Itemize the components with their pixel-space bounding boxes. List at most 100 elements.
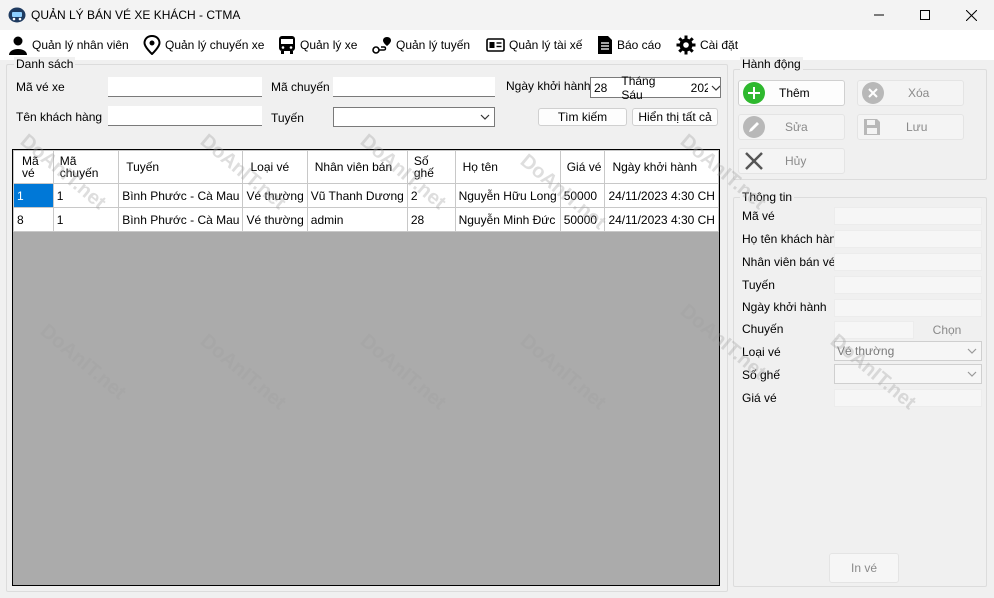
column-header[interactable]: Nhân viên bán — [306, 150, 408, 184]
cancel-button-label: Hủy — [785, 154, 807, 168]
cell-route[interactable]: Bình Phước - Cà Mau — [118, 207, 244, 232]
info-trip-label: Chuyến — [742, 322, 784, 336]
departure-date-picker[interactable]: 28 Tháng Sáu 202 — [590, 74, 721, 102]
menu-item-settings[interactable]: Cài đặt — [676, 33, 738, 57]
close-icon — [965, 9, 977, 21]
delete-icon — [862, 82, 884, 104]
ticket-type-value: Vé thường — [837, 344, 895, 358]
menu-item-routes[interactable]: Quản lý tuyến — [372, 33, 470, 57]
cell-route[interactable]: Bình Phước - Cà Mau — [118, 183, 244, 208]
column-header[interactable]: Tuyến — [118, 150, 244, 184]
info-customer-field[interactable] — [834, 230, 982, 248]
report-icon — [598, 36, 612, 54]
menu-label: Báo cáo — [617, 38, 662, 52]
cell-customer[interactable]: Nguyễn Minh Đức — [454, 207, 561, 232]
minimize-button[interactable] — [856, 0, 902, 30]
menu-item-trips[interactable]: Quản lý chuyến xe — [143, 33, 264, 57]
choose-trip-button[interactable]: Chọn — [914, 320, 980, 340]
user-icon — [9, 36, 27, 55]
trip-id-input[interactable] — [333, 77, 495, 97]
cell-price[interactable]: 50000 — [559, 207, 606, 232]
info-seller-label: Nhân viên bán vé — [742, 255, 836, 269]
menu-label: Quản lý chuyến xe — [165, 38, 265, 52]
close-button[interactable] — [948, 0, 994, 30]
cell-departure[interactable]: 24/11/2023 4:30 CH — [604, 207, 719, 232]
edit-button[interactable]: Sửa — [738, 114, 845, 140]
delete-button[interactable]: Xóa — [857, 80, 964, 106]
date-year: 202 — [690, 80, 708, 95]
bus-logo-icon — [8, 7, 26, 23]
ticket-type-select[interactable]: Vé thường — [834, 341, 982, 361]
list-group-title: Danh sách — [14, 57, 76, 71]
date-month: Tháng Sáu — [621, 73, 656, 102]
actions-group-title: Hành động — [740, 57, 803, 71]
customer-name-label: Tên khách hàng — [16, 110, 103, 124]
table-row[interactable]: 1 1 Bình Phước - Cà Mau Vé thường Vũ Tha… — [13, 183, 719, 208]
cell-ticket-type[interactable]: Vé thường — [242, 183, 308, 208]
menu-item-buses[interactable]: Quản lý xe — [278, 33, 357, 57]
delete-button-label: Xóa — [908, 86, 930, 100]
gear-icon — [676, 35, 696, 55]
trip-id-label: Mã chuyến — [271, 80, 330, 94]
window-title: QUẢN LÝ BÁN VÉ XE KHÁCH - CTMA — [31, 8, 241, 22]
tickets-grid: Mã vé Mã chuyến Tuyến Loại vé Nhân viên … — [12, 149, 720, 586]
column-header[interactable]: Mã chuyến — [52, 150, 120, 184]
seat-select[interactable] — [834, 364, 982, 384]
cell-seat[interactable]: 28 — [406, 207, 456, 232]
bus-icon — [279, 36, 295, 54]
table-row[interactable]: 8 1 Bình Phước - Cà Mau Vé thường admin … — [13, 207, 719, 232]
chevron-down-icon — [967, 371, 977, 377]
cell-trip-id[interactable]: 1 — [52, 207, 120, 232]
chevron-down-icon — [480, 114, 490, 120]
info-price-field[interactable] — [834, 389, 982, 407]
cancel-button[interactable]: Hủy — [738, 148, 845, 174]
chevron-down-icon — [967, 348, 977, 354]
menu-label: Cài đặt — [700, 38, 739, 52]
cell-seller[interactable]: Vũ Thanh Dương — [306, 183, 408, 208]
info-trip-field[interactable] — [834, 321, 914, 339]
info-route-field[interactable] — [834, 276, 982, 294]
column-header[interactable]: Họ tên — [454, 150, 561, 184]
pencil-icon — [743, 116, 765, 138]
cell-trip-id[interactable]: 1 — [52, 183, 120, 208]
tickets-table: Mã vé Mã chuyến Tuyến Loại vé Nhân viên … — [13, 150, 719, 232]
print-ticket-button[interactable]: In vé — [829, 553, 899, 583]
cell-price[interactable]: 50000 — [559, 183, 606, 208]
menu-item-drivers[interactable]: Quản lý tài xế — [486, 33, 582, 57]
menu-label: Quản lý tài xế — [509, 38, 583, 52]
cell-ticket-id[interactable]: 8 — [13, 207, 54, 232]
save-button-label: Lưu — [906, 120, 928, 134]
cell-seller[interactable]: admin — [306, 207, 408, 232]
ticket-id-input[interactable] — [108, 77, 262, 97]
column-header[interactable]: Số ghế — [406, 150, 456, 184]
id-card-icon — [486, 38, 505, 52]
route-select[interactable] — [333, 107, 495, 127]
cell-ticket-type[interactable]: Vé thường — [242, 207, 308, 232]
column-header[interactable]: Mã vé — [13, 150, 54, 184]
menu-item-reports[interactable]: Báo cáo — [597, 33, 661, 57]
maximize-icon — [920, 10, 930, 20]
menu-label: Quản lý tuyến — [396, 38, 471, 52]
save-button[interactable]: Lưu — [857, 114, 964, 140]
maximize-button[interactable] — [902, 0, 948, 30]
menu-item-employees[interactable]: Quản lý nhân viên — [8, 33, 129, 57]
info-price-label: Giá vé — [742, 391, 777, 405]
info-route-label: Tuyến — [742, 278, 775, 292]
search-button[interactable]: Tìm kiếm — [538, 108, 627, 126]
column-header[interactable]: Ngày khởi hành — [604, 150, 719, 184]
info-departure-field[interactable] — [834, 299, 982, 317]
customer-name-input[interactable] — [108, 106, 262, 126]
add-button[interactable]: Thêm — [738, 80, 845, 106]
cell-customer[interactable]: Nguyễn Hữu Long — [454, 183, 561, 208]
cell-departure[interactable]: 24/11/2023 4:30 CH — [604, 183, 719, 208]
show-all-button[interactable]: Hiển thị tất cả — [632, 108, 718, 126]
info-ticket-id-label: Mã vé — [742, 209, 775, 223]
cell-ticket-id[interactable]: 1 — [13, 183, 54, 208]
minimize-icon — [874, 14, 884, 16]
column-header[interactable]: Loại vé — [242, 150, 308, 184]
info-seller-field[interactable] — [834, 253, 982, 271]
column-header[interactable]: Giá vé — [559, 150, 606, 184]
add-button-label: Thêm — [779, 86, 810, 100]
cell-seat[interactable]: 2 — [406, 183, 456, 208]
info-ticket-id-field[interactable] — [834, 207, 982, 225]
